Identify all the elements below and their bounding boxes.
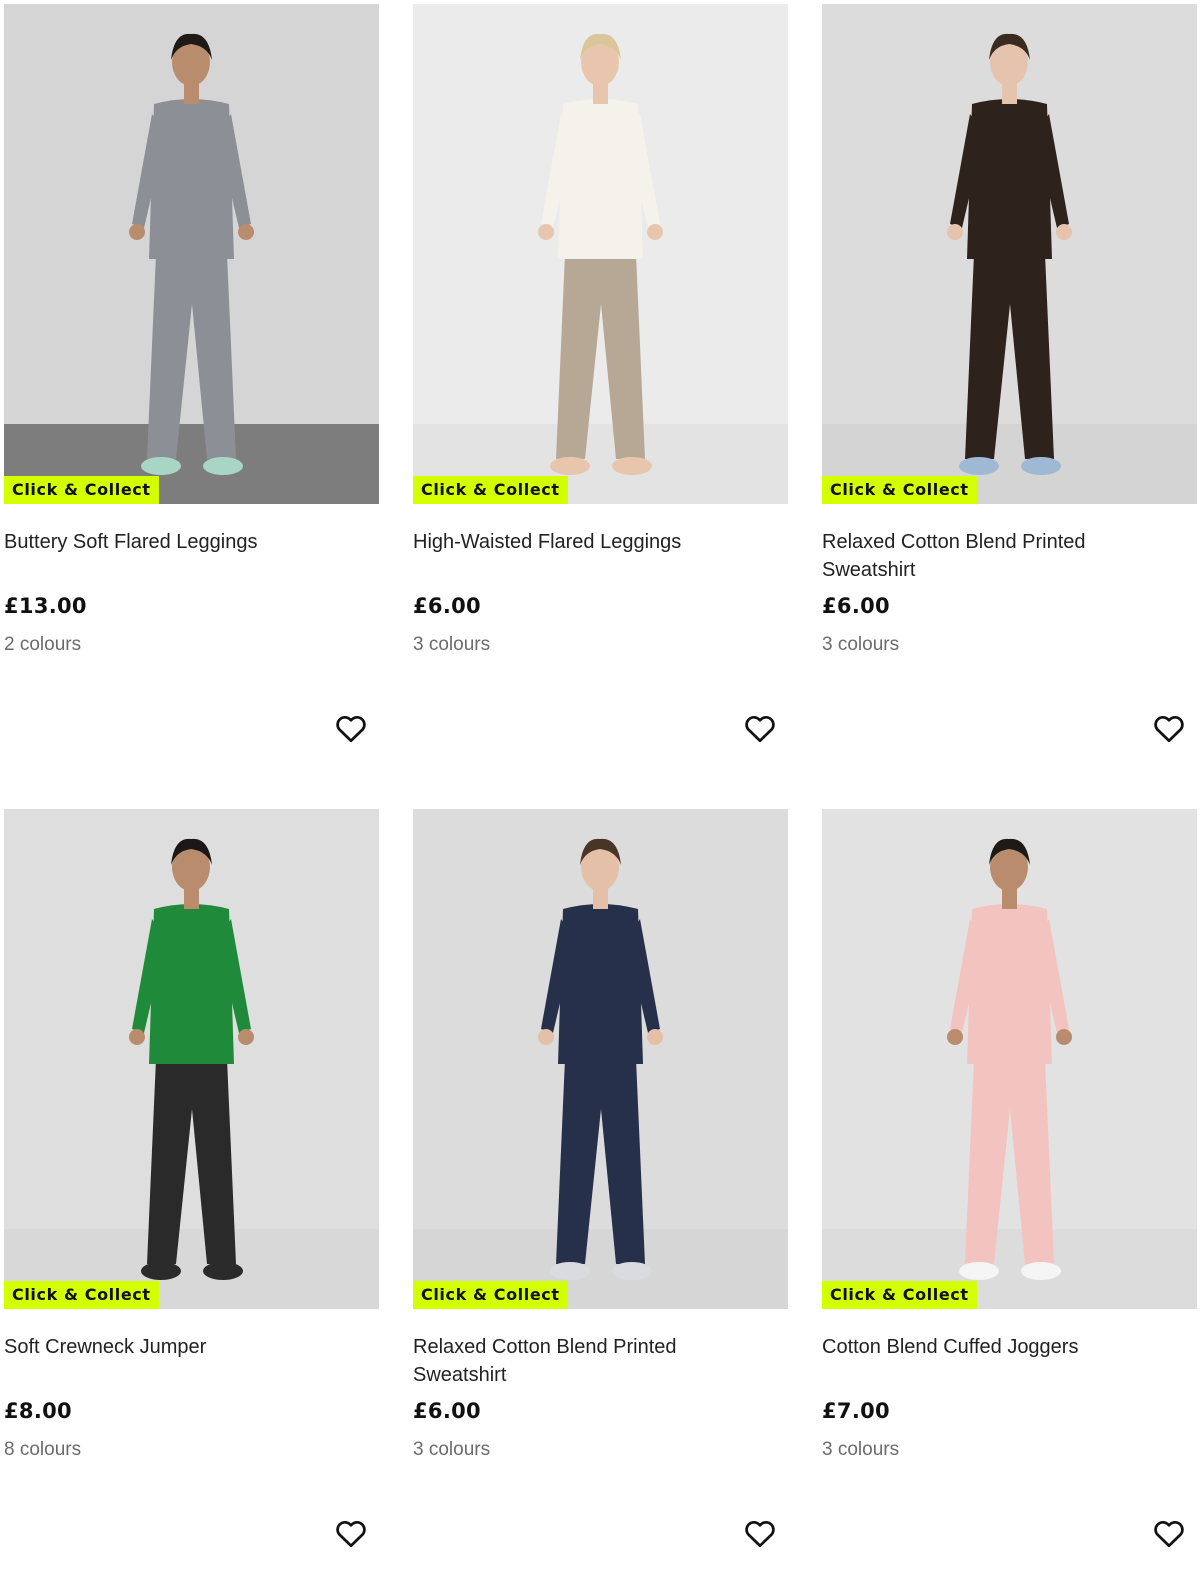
- product-card[interactable]: Click & Collect Relaxed Cotton Blend Pri…: [822, 4, 1197, 764]
- click-collect-badge: Click & Collect: [822, 476, 977, 504]
- heart-outline-icon: [1154, 715, 1184, 743]
- product-colours: 8 colours: [4, 1439, 82, 1460]
- model-photo: [413, 809, 788, 1309]
- product-price: £13.00: [4, 594, 87, 618]
- favourite-button[interactable]: [742, 710, 778, 746]
- product-image[interactable]: [822, 4, 1197, 504]
- product-colours: 3 colours: [413, 1439, 491, 1460]
- product-price: £6.00: [413, 594, 481, 618]
- favourite-button[interactable]: [1151, 710, 1187, 746]
- product-title[interactable]: Cotton Blend Cuffed Joggers: [822, 1333, 1162, 1361]
- product-colours: 3 colours: [822, 634, 900, 655]
- product-card[interactable]: Click & Collect Relaxed Cotton Blend Pri…: [413, 809, 788, 1569]
- model-photo: [822, 4, 1197, 504]
- product-colours: 3 colours: [822, 1439, 900, 1460]
- product-image[interactable]: [822, 809, 1197, 1309]
- product-image[interactable]: [413, 809, 788, 1309]
- product-card[interactable]: Click & Collect Cotton Blend Cuffed Jogg…: [822, 809, 1197, 1569]
- model-photo: [413, 4, 788, 504]
- favourite-button[interactable]: [333, 1515, 369, 1551]
- favourite-button[interactable]: [333, 710, 369, 746]
- product-card[interactable]: Click & Collect Soft Crewneck Jumper £8.…: [4, 809, 379, 1569]
- product-price: £6.00: [413, 1399, 481, 1423]
- product-image[interactable]: [4, 4, 379, 504]
- product-price: £7.00: [822, 1399, 890, 1423]
- product-card[interactable]: Click & Collect Buttery Soft Flared Legg…: [4, 4, 379, 764]
- heart-outline-icon: [745, 1520, 775, 1548]
- click-collect-badge: Click & Collect: [413, 476, 568, 504]
- click-collect-badge: Click & Collect: [4, 1281, 159, 1309]
- product-price: £8.00: [4, 1399, 72, 1423]
- favourite-button[interactable]: [742, 1515, 778, 1551]
- product-title[interactable]: High-Waisted Flared Leggings: [413, 528, 753, 556]
- heart-outline-icon: [336, 1520, 366, 1548]
- product-price: £6.00: [822, 594, 890, 618]
- favourite-button[interactable]: [1151, 1515, 1187, 1551]
- model-photo: [4, 4, 379, 504]
- model-photo: [822, 809, 1197, 1309]
- heart-outline-icon: [745, 715, 775, 743]
- product-title[interactable]: Buttery Soft Flared Leggings: [4, 528, 344, 556]
- product-title[interactable]: Relaxed Cotton Blend Printed Sweatshirt: [413, 1333, 753, 1389]
- heart-outline-icon: [1154, 1520, 1184, 1548]
- click-collect-badge: Click & Collect: [4, 476, 159, 504]
- product-title[interactable]: Relaxed Cotton Blend Printed Sweatshirt: [822, 528, 1162, 584]
- model-photo: [4, 809, 379, 1309]
- product-image[interactable]: [413, 4, 788, 504]
- click-collect-badge: Click & Collect: [822, 1281, 977, 1309]
- product-image[interactable]: [4, 809, 379, 1309]
- product-title[interactable]: Soft Crewneck Jumper: [4, 1333, 344, 1361]
- product-card[interactable]: Click & Collect High-Waisted Flared Legg…: [413, 4, 788, 764]
- product-colours: 3 colours: [413, 634, 491, 655]
- click-collect-badge: Click & Collect: [413, 1281, 568, 1309]
- product-colours: 2 colours: [4, 634, 82, 655]
- heart-outline-icon: [336, 715, 366, 743]
